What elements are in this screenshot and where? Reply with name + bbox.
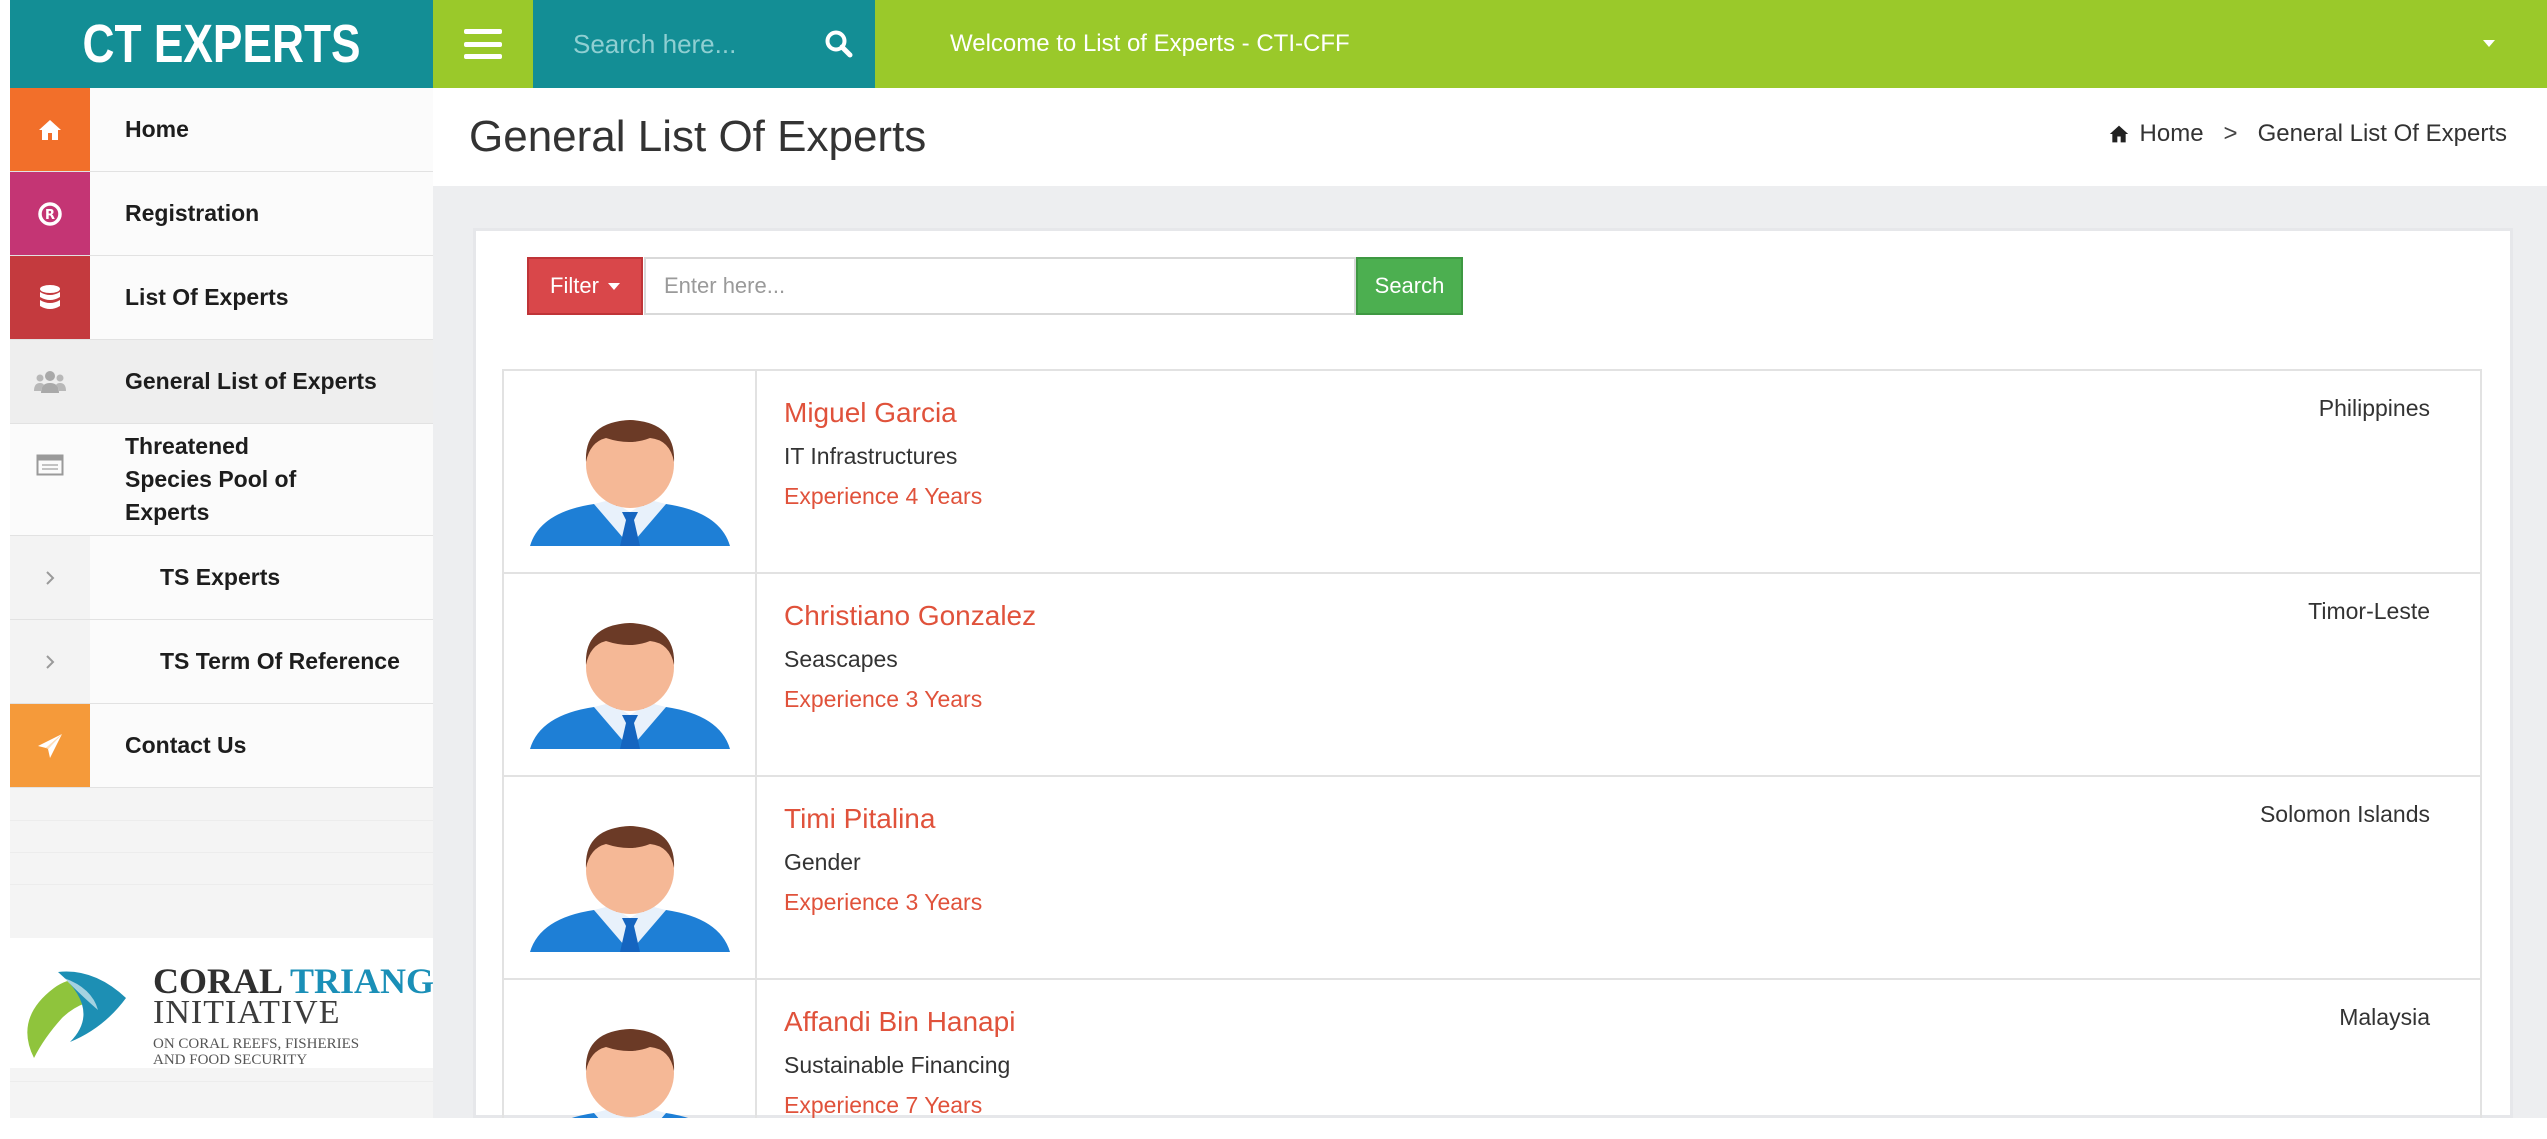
coral-triangle-logo-icon (27, 971, 126, 1058)
expert-field: Seascapes (784, 646, 898, 672)
user-menu-caret-icon[interactable] (2483, 40, 2495, 47)
sidebar-subitem-ts-term-of-reference[interactable]: TS Term Of Reference (10, 620, 433, 704)
expert-row[interactable]: Affandi Bin Hanapi Sustainable Financing… (504, 980, 2480, 1119)
app-logo-text: CT EXPERTS (82, 14, 361, 74)
sidebar-item-label: Registration (125, 200, 260, 226)
search-input[interactable] (533, 0, 803, 88)
window-icon (10, 424, 90, 535)
sidebar-item-label: List Of Experts (125, 284, 289, 310)
app-logo[interactable]: CT EXPERTS (10, 0, 433, 88)
sidebar-item-label: TS Experts (160, 564, 281, 590)
breadcrumb-home-link[interactable]: Home (2140, 120, 2204, 148)
expert-row[interactable]: Miguel Garcia IT Infrastructures Experie… (504, 371, 2480, 574)
page-title: General List Of Experts (469, 112, 927, 161)
welcome-text: Welcome to List of Experts - CTI-CFF (950, 30, 1350, 57)
sidebar-item-label: TS Term Of Reference (160, 648, 400, 674)
chevron-right-icon (10, 536, 90, 619)
breadcrumb-current: General List Of Experts (2257, 120, 2507, 147)
filter-search-input[interactable] (644, 257, 1356, 315)
expert-avatar (504, 574, 757, 775)
hamburger-icon (464, 29, 502, 59)
sidebar-item-label: Contact Us (125, 732, 247, 758)
caret-down-icon (607, 282, 620, 290)
breadcrumb: Home > General List Of Experts (2108, 120, 2507, 148)
search-button[interactable] (803, 0, 875, 88)
sidebar-divider (10, 884, 433, 885)
expert-row[interactable]: Christiano Gonzalez Seascapes Experience… (504, 574, 2480, 777)
sidebar-item-contact-us[interactable]: Contact Us (10, 704, 433, 788)
main-content: General List Of Experts Home > General L… (433, 88, 2547, 1119)
expert-name-link[interactable]: Timi Pitalina (784, 803, 935, 835)
expert-country: Philippines (2318, 395, 2430, 421)
coral-triangle-line2: INITIATIVE (153, 994, 341, 1031)
users-icon (10, 340, 90, 423)
sidebar-divider (10, 820, 433, 821)
avatar-icon (530, 623, 730, 749)
sidebar-item-registration[interactable]: R Registration (10, 172, 433, 256)
sidebar-divider (10, 1081, 433, 1082)
database-icon (10, 256, 90, 339)
experts-panel: Filter Search Miguel (473, 228, 2513, 1119)
sidebar-subitem-ts-experts[interactable]: TS Experts (10, 536, 433, 620)
expert-name-link[interactable]: Miguel Garcia (784, 397, 957, 429)
expert-row[interactable]: Timi Pitalina Gender Experience 3 Years … (504, 777, 2480, 980)
title-bar: General List Of Experts Home > General L… (433, 88, 2547, 186)
expert-field: IT Infrastructures (784, 443, 958, 469)
home-icon (2109, 125, 2128, 143)
filter-button-label: Filter (550, 273, 599, 298)
sidebar-item-threatened-species[interactable]: Threatened Species Pool of Experts (10, 424, 433, 536)
svg-text:R: R (45, 208, 55, 223)
search-submit-label: Search (1374, 273, 1445, 298)
expert-country: Solomon Islands (2259, 801, 2430, 827)
chevron-right-icon (10, 620, 90, 703)
expert-avatar (504, 777, 757, 978)
registered-icon: R (10, 172, 90, 255)
welcome-bar: Welcome to List of Experts - CTI-CFF (875, 0, 2547, 88)
expert-experience: Experience 7 Years (784, 1092, 983, 1118)
expert-name-link[interactable]: Affandi Bin Hanapi (784, 1006, 1015, 1038)
avatar-icon (568, 1029, 692, 1119)
bottom-edge (0, 1118, 2547, 1139)
top-search (533, 0, 875, 88)
expert-field: Gender (784, 849, 861, 875)
expert-experience: Experience 4 Years (784, 483, 983, 509)
expert-experience: Experience 3 Years (784, 686, 983, 712)
search-submit-button[interactable]: Search (1356, 257, 1463, 315)
expert-name-link[interactable]: Christiano Gonzalez (784, 600, 1036, 632)
coral-triangle-line3: ON CORAL REEFS, FISHERIES AND FOOD SECUR… (153, 1036, 360, 1068)
expert-country: Timor-Leste (2308, 598, 2430, 624)
expert-experience: Experience 3 Years (784, 889, 983, 915)
sidebar-item-label: Threatened Species Pool of Experts (125, 433, 297, 525)
sidebar-item-home[interactable]: Home (10, 88, 433, 172)
sidebar-item-label: General List of Experts (125, 368, 377, 394)
coral-triangle-logo: CORAL TRIANGLE INITIATIVE ON CORAL REEFS… (10, 938, 482, 1068)
expert-avatar (504, 980, 757, 1119)
experts-list: Miguel Garcia IT Infrastructures Experie… (502, 369, 2482, 1119)
filter-button[interactable]: Filter (527, 257, 643, 315)
menu-toggle-button[interactable] (433, 0, 533, 88)
expert-field: Sustainable Financing (784, 1052, 1011, 1078)
search-icon (825, 30, 853, 58)
top-bar: CT EXPERTS Welcome to List of Experts - … (10, 0, 2547, 88)
sidebar-item-general-list[interactable]: General List of Experts (10, 340, 433, 424)
expert-country: Malaysia (2339, 1004, 2430, 1030)
sidebar-item-label: Home (125, 116, 189, 142)
sidebar-divider (10, 852, 433, 853)
avatar-icon (530, 420, 730, 546)
home-icon (10, 88, 90, 171)
send-icon (10, 704, 90, 787)
avatar-icon (530, 826, 730, 952)
sidebar-item-list-of-experts[interactable]: List Of Experts (10, 256, 433, 340)
expert-avatar (504, 371, 757, 572)
breadcrumb-separator-icon: > (2223, 120, 2238, 147)
sidebar: Home R Registration List Of Experts Gene… (10, 88, 482, 1118)
